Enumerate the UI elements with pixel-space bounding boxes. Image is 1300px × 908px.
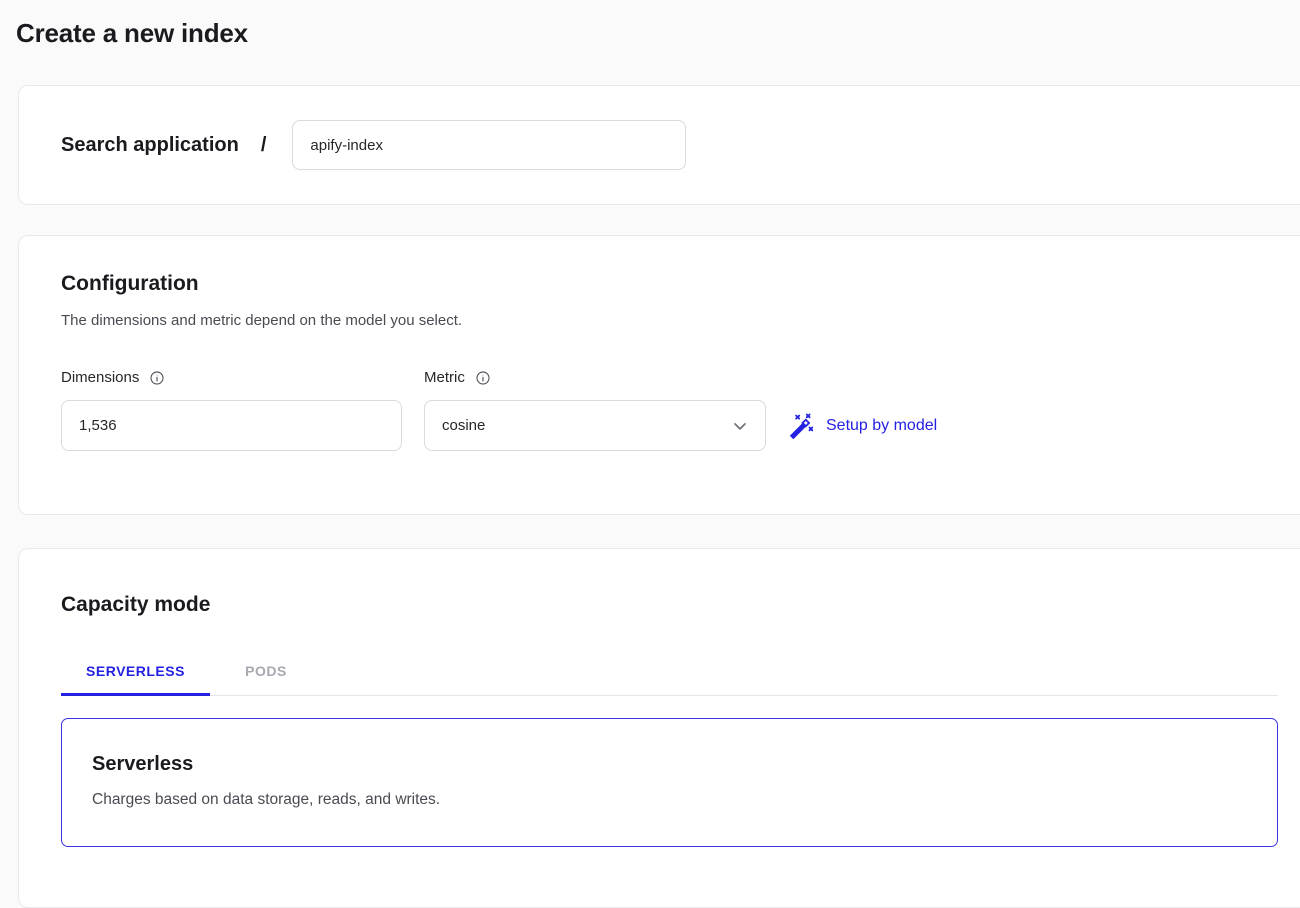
tab-serverless[interactable]: SERVERLESS xyxy=(61,649,210,693)
chevron-down-icon xyxy=(730,416,750,436)
magic-wand-icon xyxy=(789,413,815,439)
tabs-divider xyxy=(61,695,1278,696)
serverless-option-title: Serverless xyxy=(92,753,193,776)
capacity-tabs: SERVERLESS PODS xyxy=(61,649,322,693)
configuration-card: Configuration The dimensions and metric … xyxy=(18,235,1300,515)
search-application-label: Search application xyxy=(61,134,239,157)
configuration-subtitle: The dimensions and metric depend on the … xyxy=(61,312,462,329)
serverless-option-card[interactable]: Serverless Charges based on data storage… xyxy=(61,718,1278,847)
tab-pods[interactable]: PODS xyxy=(210,649,322,693)
configuration-title: Configuration xyxy=(61,272,199,296)
metric-select-value: cosine xyxy=(442,417,485,434)
setup-by-model-label: Setup by model xyxy=(826,417,937,435)
dimensions-label-text: Dimensions xyxy=(61,369,139,386)
setup-by-model-link[interactable]: Setup by model xyxy=(789,400,937,451)
metric-label: Metric xyxy=(424,369,491,386)
info-icon[interactable] xyxy=(475,370,491,386)
index-name-card: Search application / xyxy=(18,85,1300,205)
dimensions-input[interactable] xyxy=(61,400,402,451)
capacity-mode-card: Capacity mode SERVERLESS PODS Serverless… xyxy=(18,548,1300,908)
capacity-mode-title: Capacity mode xyxy=(61,593,210,617)
metric-label-text: Metric xyxy=(424,369,465,386)
info-icon[interactable] xyxy=(149,370,165,386)
active-tab-underline xyxy=(61,693,210,696)
metric-select[interactable]: cosine xyxy=(424,400,766,451)
index-name-input[interactable] xyxy=(292,120,686,170)
name-separator: / xyxy=(261,134,267,157)
dimensions-label: Dimensions xyxy=(61,369,165,386)
page-title: Create a new index xyxy=(16,18,248,49)
serverless-option-description: Charges based on data storage, reads, an… xyxy=(92,791,440,809)
